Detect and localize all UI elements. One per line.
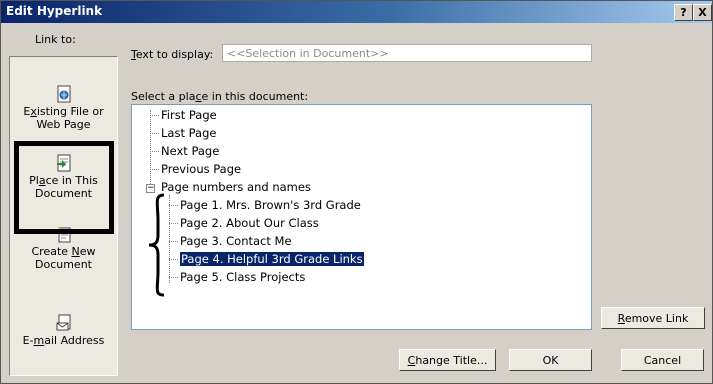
tree-item-page-numbers-and-names[interactable]: Page numbers and names [161, 180, 311, 194]
curly-brace-annotation [148, 193, 165, 297]
place-tree[interactable]: First Page Last Page Next Page Previous … [131, 104, 592, 330]
file-web-icon [57, 85, 70, 103]
tree-item-page-1[interactable]: Page 1. Mrs. Brown's 3rd Grade [180, 198, 361, 212]
tree-item-page-2[interactable]: Page 2. About Our Class [180, 216, 319, 230]
tree-item-page-4[interactable]: Page 4. Helpful 3rd Grade Links [179, 251, 365, 267]
title-bar: Edit Hyperlink ? X [1, 1, 712, 23]
tree-connector [150, 110, 151, 190]
tree-item-page-5[interactable]: Page 5. Class Projects [180, 270, 305, 284]
sidebar-item-existing-file[interactable]: Existing File or Web Page [10, 85, 117, 131]
tree-item-page-3[interactable]: Page 3. Contact Me [180, 234, 292, 248]
tree-item-previous-page[interactable]: Previous Page [161, 162, 241, 176]
tree-connector [169, 195, 170, 283]
tree-item-first-page[interactable]: First Page [161, 108, 217, 122]
tree-connector [150, 115, 159, 116]
text-to-display-input[interactable]: <<Selection in Document>> [222, 44, 592, 62]
tree-connector [169, 205, 178, 206]
remove-link-button[interactable]: Remove Link [601, 307, 705, 329]
tree-connector [150, 133, 159, 134]
edit-hyperlink-dialog: Edit Hyperlink ? X Link to: Existing Fil… [0, 0, 713, 384]
change-title-button[interactable]: Change Title... [399, 349, 496, 371]
sidebar-item-email-address[interactable]: E-mail Address [10, 314, 117, 347]
collapse-toggle-icon[interactable]: − [146, 184, 155, 193]
cancel-button[interactable]: Cancel [621, 349, 704, 371]
close-button[interactable]: X [693, 4, 712, 21]
tree-item-last-page[interactable]: Last Page [161, 126, 216, 140]
selection-highlight-box [14, 141, 114, 234]
tree-item-next-page[interactable]: Next Page [161, 144, 219, 158]
help-button[interactable]: ? [674, 4, 693, 21]
tree-connector [169, 241, 178, 242]
tree-connector [169, 223, 178, 224]
link-to-label: Link to: [35, 33, 76, 46]
window-title: Edit Hyperlink [6, 4, 103, 18]
ok-button[interactable]: OK [509, 349, 592, 371]
tree-connector [169, 259, 178, 260]
email-icon [56, 314, 70, 331]
tree-connector [150, 151, 159, 152]
tree-connector [150, 169, 159, 170]
text-to-display-label: Text to display: [131, 48, 214, 61]
select-place-label: Select a place in this document: [131, 90, 309, 103]
tree-connector [169, 277, 178, 278]
